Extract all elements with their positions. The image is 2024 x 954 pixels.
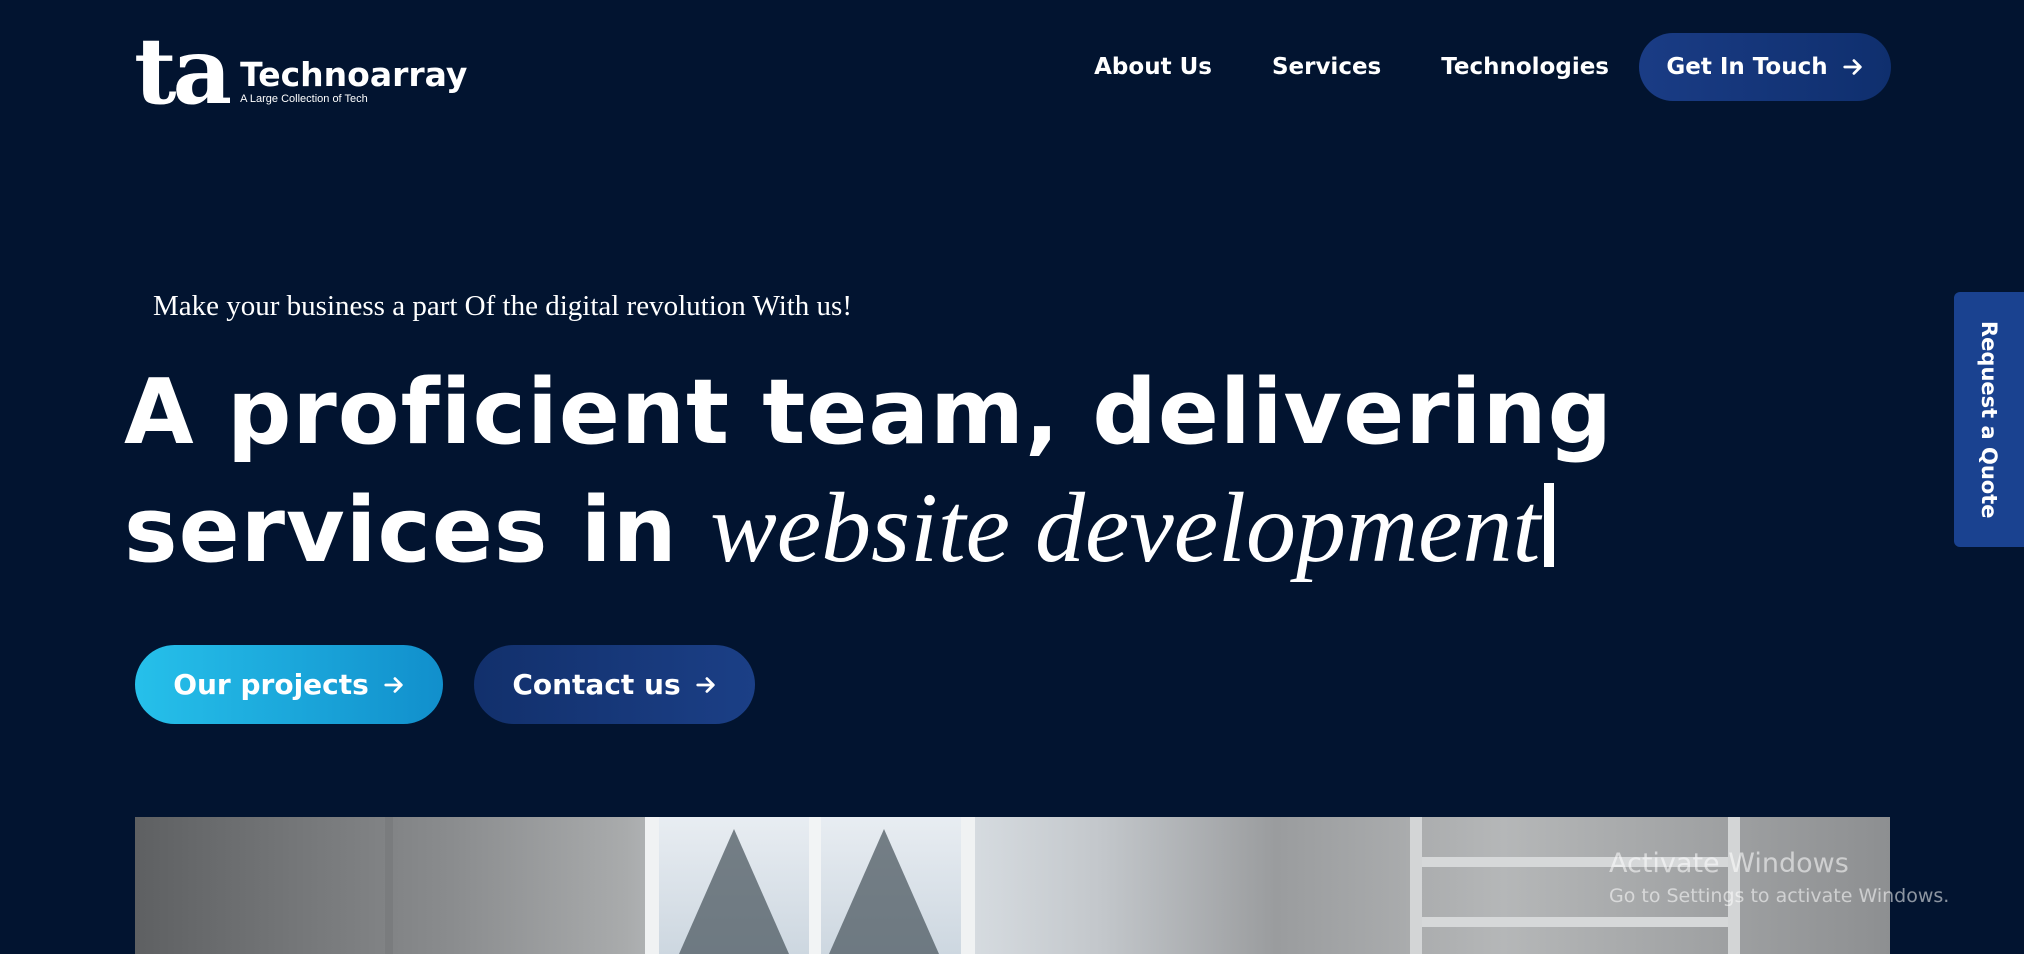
get-in-touch-label: Get In Touch xyxy=(1666,54,1828,80)
watermark-subtitle: Go to Settings to activate Windows. xyxy=(1609,885,1950,907)
window-mullion xyxy=(809,817,821,954)
wall-pipe xyxy=(385,817,393,954)
request-quote-tab[interactable]: Request a Quote xyxy=(1954,292,2024,547)
headline-prefix: services in xyxy=(124,478,711,583)
brand-logo[interactable]: ta Technoarray A Large Collection of Tec… xyxy=(134,22,467,117)
shelf-bar xyxy=(1422,917,1728,927)
hero-eyebrow: Make your business a part Of the digital… xyxy=(153,290,853,322)
arrow-right-icon xyxy=(384,676,403,693)
headline-line-2: services in website development xyxy=(124,470,1604,588)
main-nav: About Us Services Technologies Get In To… xyxy=(1094,33,1891,101)
brand-tagline: A Large Collection of Tech xyxy=(240,93,368,105)
typing-cursor xyxy=(1544,483,1555,567)
contact-us-button[interactable]: Contact us xyxy=(474,645,755,724)
logo-text: Technoarray A Large Collection of Tech xyxy=(240,58,467,105)
hero-headline: A proficient team, delivering services i… xyxy=(124,355,1613,588)
typed-text: website development xyxy=(710,472,1541,583)
arrow-right-icon xyxy=(696,676,715,693)
page: ta Technoarray A Large Collection of Tec… xyxy=(0,0,2024,954)
headline-line-1: A proficient team, delivering xyxy=(124,360,1613,465)
window-image xyxy=(645,817,975,954)
nav-technologies[interactable]: Technologies xyxy=(1441,54,1609,80)
arrow-right-icon xyxy=(1843,59,1862,75)
contact-us-label: Contact us xyxy=(512,668,681,701)
our-projects-button[interactable]: Our projects xyxy=(135,645,443,724)
request-quote-label: Request a Quote xyxy=(1977,320,2001,519)
watermark-title: Activate Windows xyxy=(1609,848,1849,879)
nav-about-us[interactable]: About Us xyxy=(1094,54,1212,80)
logo-mark: ta xyxy=(134,17,232,125)
brand-name: Technoarray xyxy=(240,55,468,95)
activate-windows-watermark: Activate Windows Go to Settings to activ… xyxy=(1609,848,1949,910)
tree-shape xyxy=(829,829,939,954)
tree-shape xyxy=(679,829,789,954)
nav-services[interactable]: Services xyxy=(1272,54,1381,80)
get-in-touch-button[interactable]: Get In Touch xyxy=(1639,33,1891,101)
our-projects-label: Our projects xyxy=(173,668,369,701)
hero-cta-row: Our projects Contact us xyxy=(135,645,755,724)
